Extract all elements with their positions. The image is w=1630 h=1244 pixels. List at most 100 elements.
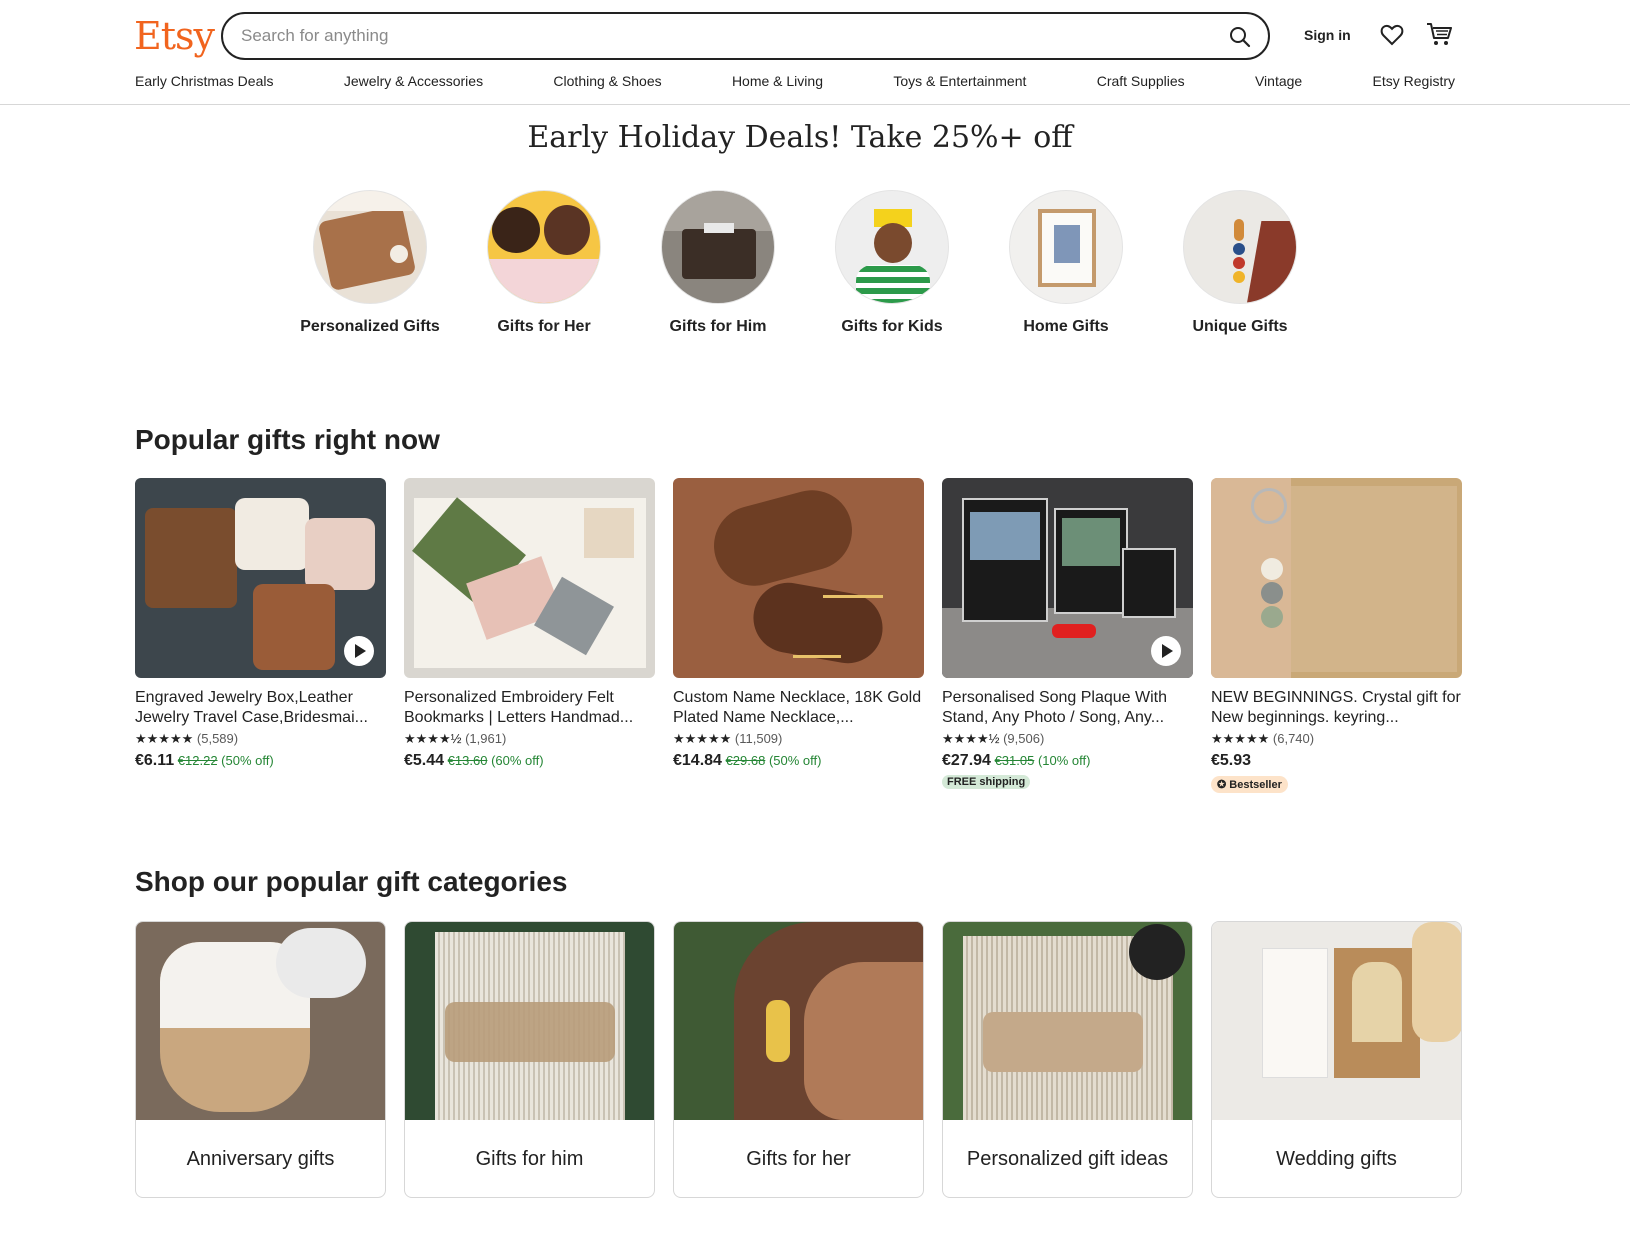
category-image xyxy=(136,922,385,1120)
category-label: Gifts for her xyxy=(746,1147,851,1170)
category-label: Personalized gift ideas xyxy=(966,1147,1169,1170)
product-title[interactable]: Custom Name Necklace, 18K Gold Plated Na… xyxy=(673,688,924,728)
category-image xyxy=(1212,922,1461,1120)
discount: (60% off) xyxy=(491,753,544,768)
original-price: €12.22 xyxy=(177,753,218,768)
product-rating: ★★★★★ (5,589) xyxy=(135,731,386,749)
nav-jewelry-accessories[interactable]: Jewelry & Accessories xyxy=(344,73,483,89)
product-card[interactable]: Personalised Song Plaque With Stand, Any… xyxy=(942,478,1193,790)
heart-icon[interactable] xyxy=(1380,24,1404,46)
bestseller-badge: ✪ Bestseller xyxy=(1211,776,1288,793)
circle-image xyxy=(661,190,775,304)
category-image xyxy=(943,922,1192,1120)
review-count: (5,589) xyxy=(196,731,239,746)
category-nav: Early Christmas Deals Jewelry & Accessor… xyxy=(135,73,1455,89)
product-title[interactable]: Engraved Jewelry Box,Leather Jewelry Tra… xyxy=(135,688,386,728)
product-image[interactable] xyxy=(673,478,924,678)
category-card-gifts-for-her[interactable]: Gifts for her xyxy=(673,921,924,1198)
sign-in-link[interactable]: Sign in xyxy=(1304,27,1351,43)
category-label: Wedding gifts xyxy=(1276,1147,1397,1170)
category-label: Gifts for him xyxy=(475,1147,584,1170)
product-title[interactable]: Personalized Embroidery Felt Bookmarks |… xyxy=(404,688,655,728)
circle-gifts-for-kids[interactable]: Gifts for Kids xyxy=(822,190,962,337)
star-rating-icon: ★★★★★ xyxy=(673,731,732,746)
circle-label: Gifts for Him xyxy=(669,318,767,335)
search-input[interactable] xyxy=(241,24,1181,48)
original-price: €29.68 xyxy=(725,753,766,768)
category-card-gifts-for-him[interactable]: Gifts for him xyxy=(404,921,655,1198)
bestseller-label: Bestseller xyxy=(1229,779,1282,791)
discount: (50% off) xyxy=(768,753,822,768)
star-rating-icon: ★★★★½ xyxy=(404,731,462,746)
nav-toys-entertainment[interactable]: Toys & Entertainment xyxy=(893,73,1026,89)
review-count: (1,961) xyxy=(465,731,507,746)
product-image[interactable] xyxy=(942,478,1193,678)
product-image[interactable] xyxy=(135,478,386,678)
circle-label: Gifts for Her xyxy=(497,318,591,335)
product-card[interactable]: Personalized Embroidery Felt Bookmarks |… xyxy=(404,478,655,772)
sale-price: €14.84 xyxy=(673,752,722,769)
award-icon: ✪ xyxy=(1217,779,1230,791)
product-card[interactable]: Engraved Jewelry Box,Leather Jewelry Tra… xyxy=(135,478,386,772)
gift-circles: Personalized Gifts Gifts for Her Gifts f… xyxy=(300,190,1300,360)
review-count: (9,506) xyxy=(1003,731,1045,746)
review-count: (6,740) xyxy=(1272,731,1315,746)
nav-vintage[interactable]: Vintage xyxy=(1255,73,1302,89)
product-card[interactable]: Custom Name Necklace, 18K Gold Plated Na… xyxy=(673,478,924,772)
circle-home-gifts[interactable]: Home Gifts xyxy=(996,190,1136,337)
product-rating: ★★★★½ (9,506) xyxy=(942,731,1193,749)
circle-label: Personalized Gifts xyxy=(300,318,440,335)
sale-price: €27.94 xyxy=(942,752,991,769)
product-title[interactable]: NEW BEGINNINGS. Crystal gift for New beg… xyxy=(1211,688,1462,728)
product-rating: ★★★★★ (6,740) xyxy=(1211,731,1462,749)
gift-categories-list: Anniversary gifts Gifts for him Gifts fo… xyxy=(135,921,1465,1199)
category-label: Anniversary gifts xyxy=(186,1147,335,1170)
nav-etsy-registry[interactable]: Etsy Registry xyxy=(1373,73,1455,89)
product-rating: ★★★★★ (11,509) xyxy=(673,731,924,749)
sale-price: €5.93 xyxy=(1211,752,1252,769)
product-card[interactable]: NEW BEGINNINGS. Crystal gift for New beg… xyxy=(1211,478,1462,793)
search-icon[interactable] xyxy=(1228,25,1252,49)
category-card-personalized-gift-ideas[interactable]: Personalized gift ideas xyxy=(942,921,1193,1198)
play-video-icon[interactable] xyxy=(1151,636,1181,666)
circle-label: Gifts for Kids xyxy=(841,318,943,335)
original-price: €31.05 xyxy=(994,753,1035,768)
sale-price: €6.11 xyxy=(135,752,175,769)
category-card-anniversary-gifts[interactable]: Anniversary gifts xyxy=(135,921,386,1198)
nav-early-christmas-deals[interactable]: Early Christmas Deals xyxy=(135,73,273,89)
category-image xyxy=(674,922,923,1120)
etsy-logo[interactable]: Etsy xyxy=(134,14,215,58)
circle-gifts-for-her[interactable]: Gifts for Her xyxy=(474,190,614,337)
gift-categories-title: Shop our popular gift categories xyxy=(135,866,568,897)
star-rating-icon: ★★★★★ xyxy=(1211,731,1270,746)
product-price: €27.94 €31.05 (10% off) xyxy=(942,752,1193,772)
product-price: €6.11 €12.22 (50% off) xyxy=(135,752,386,772)
review-count: (11,509) xyxy=(734,731,783,746)
nav-home-living[interactable]: Home & Living xyxy=(732,73,823,89)
hero-title: Early Holiday Deals! Take 25%+ off xyxy=(527,120,1073,155)
cart-icon[interactable] xyxy=(1426,22,1452,46)
original-price: €13.60 xyxy=(447,753,488,768)
circle-image xyxy=(487,190,601,304)
product-title[interactable]: Personalised Song Plaque With Stand, Any… xyxy=(942,688,1193,728)
circle-unique-gifts[interactable]: Unique Gifts xyxy=(1170,190,1310,337)
circle-gifts-for-him[interactable]: Gifts for Him xyxy=(648,190,788,337)
circle-personalized-gifts[interactable]: Personalized Gifts xyxy=(300,190,440,337)
nav-craft-supplies[interactable]: Craft Supplies xyxy=(1097,73,1185,89)
product-image[interactable] xyxy=(1211,478,1462,678)
site-header: Etsy Sign in Early Christmas Deals Jewel… xyxy=(0,0,1630,105)
play-video-icon[interactable] xyxy=(344,636,374,666)
product-price: €14.84 €29.68 (50% off) xyxy=(673,752,924,772)
nav-clothing-shoes[interactable]: Clothing & Shoes xyxy=(553,73,661,89)
product-rating: ★★★★½ (1,961) xyxy=(404,731,655,749)
discount: (50% off) xyxy=(221,753,274,768)
circle-image xyxy=(835,190,949,304)
star-rating-icon: ★★★★½ xyxy=(942,731,1000,746)
category-card-wedding-gifts[interactable]: Wedding gifts xyxy=(1211,921,1462,1198)
search-bar[interactable] xyxy=(221,12,1270,60)
product-image[interactable] xyxy=(404,478,655,678)
free-shipping-badge: FREE shipping xyxy=(942,775,1031,789)
popular-gifts-list: Engraved Jewelry Box,Leather Jewelry Tra… xyxy=(135,478,1465,798)
circle-label: Unique Gifts xyxy=(1192,318,1288,335)
product-price: €5.44 €13.60 (60% off) xyxy=(404,752,655,772)
